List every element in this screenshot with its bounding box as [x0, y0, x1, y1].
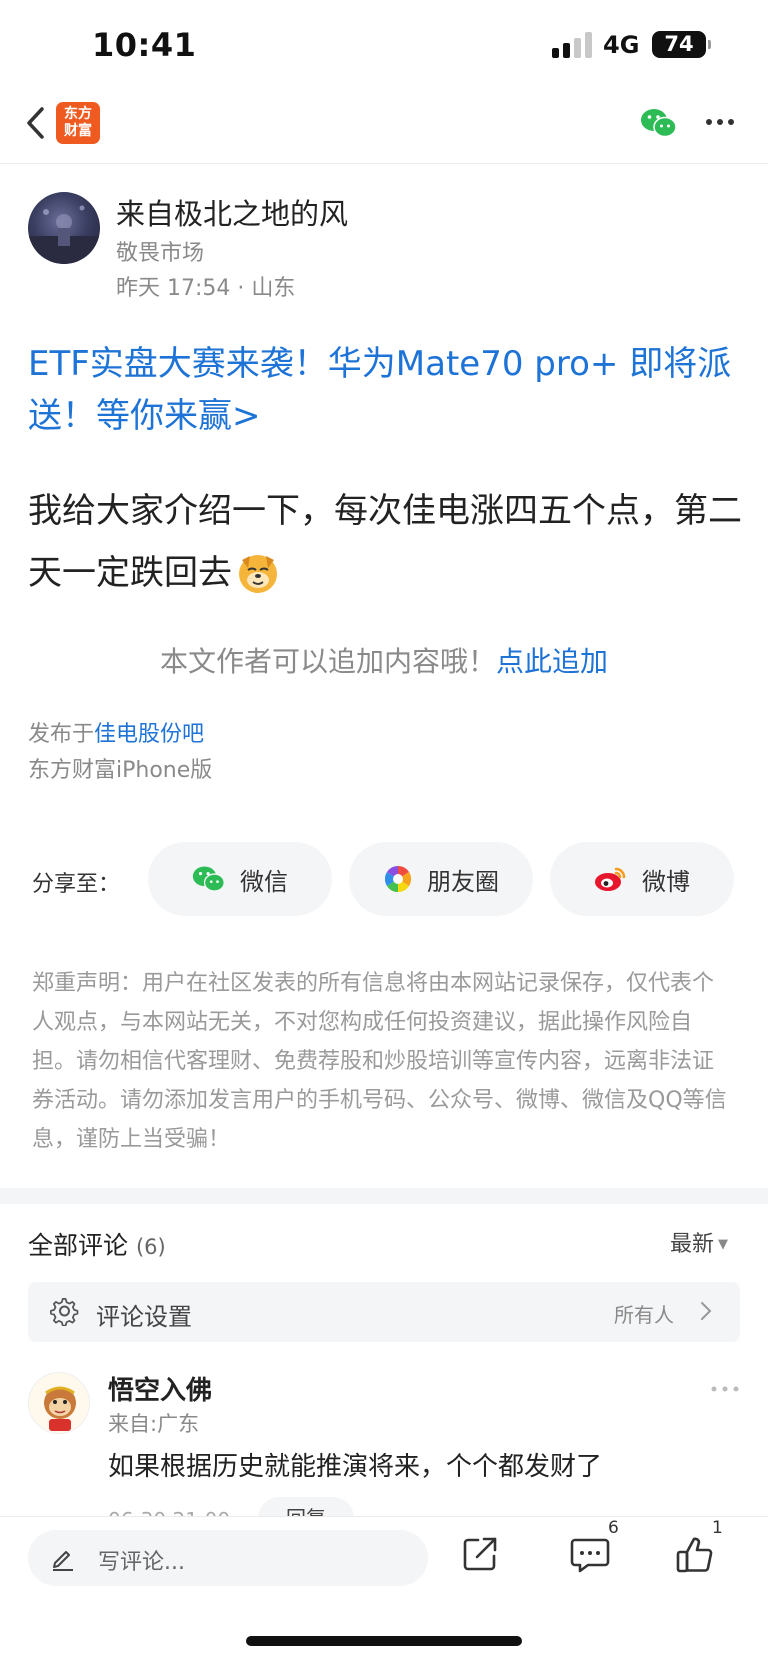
client-source: 东方财富iPhone版	[28, 758, 213, 783]
author-name[interactable]: 来自极北之地的风	[116, 191, 348, 233]
weibo-icon	[595, 867, 626, 891]
moments-icon	[384, 865, 412, 893]
author-avatar[interactable]	[28, 192, 100, 264]
like-count-badge: 1	[712, 1518, 723, 1538]
append-content-row: 本文作者可以追加内容哦！点此追加	[0, 640, 768, 680]
share-icon[interactable]	[462, 1536, 498, 1572]
post-body: 我给大家介绍一下，每次佳电涨四五个点，第二天一定跌回去	[28, 480, 743, 604]
gear-icon	[50, 1297, 79, 1326]
share-moments-button[interactable]: 朋友圈	[349, 842, 533, 916]
append-hint: 本文作者可以追加内容哦！	[159, 645, 496, 678]
comment-bubble-icon	[570, 1538, 610, 1573]
write-comment-placeholder: 写评论...	[98, 1550, 185, 1575]
wechat-share-icon[interactable]	[640, 108, 678, 138]
published-prefix: 发布于	[28, 722, 95, 747]
promo-link[interactable]: ETF实盘大赛来袭！华为Mate70 pro+ 即将派送！等你来赢>	[28, 338, 743, 442]
share-label: 分享至：	[32, 872, 121, 897]
comment-more-icon[interactable]	[710, 1384, 740, 1394]
commenter-avatar[interactable]	[28, 1372, 90, 1434]
pencil-icon	[53, 1551, 73, 1571]
share-moments-label: 朋友圈	[427, 867, 499, 896]
share-wechat-label: 微信	[240, 867, 288, 896]
nav-divider	[0, 163, 768, 164]
post-body-text: 我给大家介绍一下，每次佳电涨四五个点，第二天一定跌回去	[28, 491, 742, 593]
comment-settings-row[interactable]: 评论设置 所有人	[28, 1282, 740, 1342]
commenter-name[interactable]: 悟空入佛	[108, 1370, 212, 1407]
share-wechat-button[interactable]: 微信	[148, 842, 332, 916]
thumbs-up-icon	[676, 1537, 713, 1573]
network-type: 4G	[603, 31, 640, 59]
disclaimer-text: 郑重声明：用户在社区发表的所有信息将由本网站记录保存，仅代表个人观点，与本网站无…	[32, 971, 727, 1152]
caret-down-icon: ▼	[718, 1237, 729, 1252]
comments-sort-dropdown[interactable]: 最新 ▼	[670, 1226, 728, 1258]
comment-text: 如果根据历史就能推演将来，个个都发财了	[108, 1452, 603, 1482]
post-time-location: 昨天 17:54 · 山东	[116, 276, 296, 301]
logo-line1: 东方	[64, 106, 92, 122]
settings-label: 评论设置	[96, 1303, 192, 1331]
monkey-avatar-icon	[29, 1373, 89, 1433]
logo-line2: 财富	[64, 123, 92, 139]
avatar-image-icon	[28, 205, 100, 264]
eastmoney-logo[interactable]: 东方 财富	[56, 102, 100, 144]
comments-title-label: 全部评论	[28, 1231, 129, 1260]
comment-count-button[interactable]: 6	[570, 1518, 630, 1576]
back-icon[interactable]	[22, 103, 52, 143]
settings-value: 所有人	[614, 1303, 674, 1327]
forum-link[interactable]: 佳电股份吧	[94, 722, 204, 747]
comment-count-badge: 6	[608, 1518, 619, 1538]
write-comment-input[interactable]: 写评论...	[28, 1530, 428, 1586]
published-in: 发布于佳电股份吧	[28, 716, 204, 748]
chevron-right-icon	[701, 1302, 712, 1320]
author-subtitle: 敬畏市场	[116, 241, 205, 266]
comments-title: 全部评论 (6)	[28, 1226, 166, 1262]
share-weibo-label: 微博	[642, 867, 690, 896]
more-options-icon[interactable]	[704, 116, 736, 128]
signal-icon	[552, 32, 592, 58]
commenter-location: 来自:广东	[108, 1412, 200, 1436]
battery-icon: 74	[652, 31, 711, 58]
battery-level: 74	[664, 32, 694, 56]
home-indicator	[246, 1636, 522, 1646]
wechat-icon	[192, 866, 225, 892]
like-button[interactable]: 1	[676, 1518, 736, 1576]
comments-count: (6)	[135, 1235, 166, 1259]
dog-face-emoji-icon	[239, 555, 277, 593]
append-link[interactable]: 点此追加	[496, 645, 608, 678]
sort-label: 最新	[670, 1232, 715, 1257]
share-weibo-button[interactable]: 微博	[550, 842, 734, 916]
status-time: 10:41	[92, 26, 197, 64]
section-separator	[0, 1188, 768, 1204]
